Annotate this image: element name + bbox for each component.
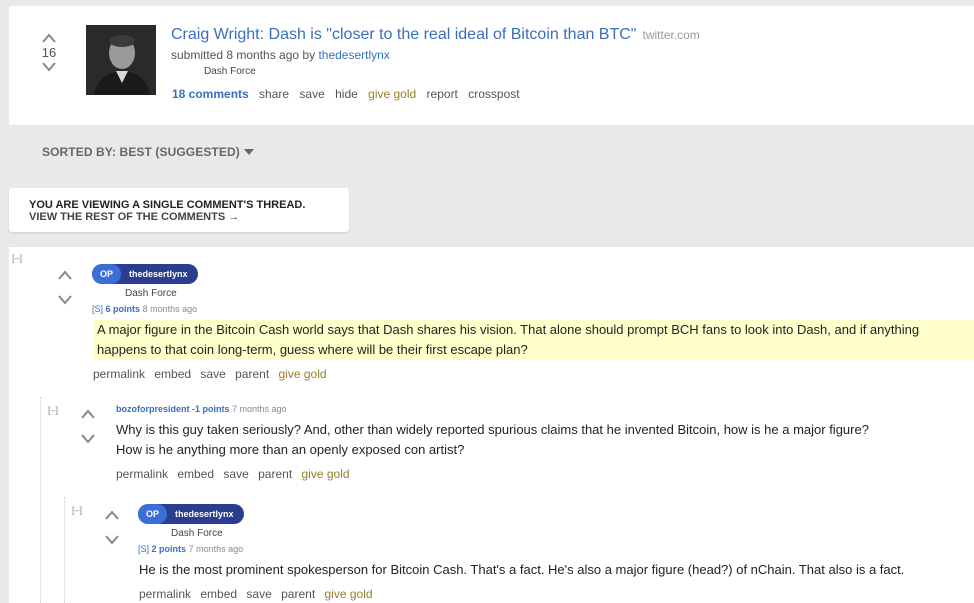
comment-points: 2 points (151, 544, 187, 554)
post-card: 16 Craig Wright: Dash is "closer to the … (9, 6, 974, 125)
comment-vote (80, 408, 96, 445)
view-rest-link[interactable]: VIEW THE REST OF THE COMMENTS → (29, 211, 349, 223)
thread-line[interactable] (40, 397, 41, 603)
comment-body-line: Why is this guy taken seriously? And, ot… (116, 422, 869, 437)
comment-author[interactable]: thedesertlynx (121, 264, 198, 284)
upvote-arrow-icon[interactable] (57, 269, 73, 281)
embed-link[interactable]: embed (200, 587, 237, 601)
comment-author[interactable]: bozoforpresident (116, 404, 190, 414)
comment-author[interactable]: thedesertlynx (167, 504, 244, 524)
comment-body: He is the most prominent spokesperson fo… (139, 562, 905, 577)
post-domain[interactable]: twitter.com (642, 28, 699, 42)
share-link[interactable]: share (259, 87, 289, 101)
author-flair: Dash Force (171, 528, 223, 539)
give-gold-link[interactable]: give gold (325, 587, 373, 601)
op-badge: OP (138, 504, 168, 524)
collapse-toggle[interactable]: [–] (48, 405, 58, 415)
post-vote: 16 (39, 32, 59, 73)
permalink-link[interactable]: permalink (139, 587, 191, 601)
op-badge: OP (92, 264, 122, 284)
report-link[interactable]: report (427, 87, 458, 101)
permalink-link[interactable]: permalink (93, 367, 145, 381)
collapse-toggle[interactable]: [–] (72, 505, 82, 515)
hide-link[interactable]: hide (335, 87, 358, 101)
comment-vote (57, 269, 73, 306)
sort-label[interactable]: SORTED BY: BEST (SUGGESTED) (42, 145, 240, 159)
post-title-text[interactable]: Craig Wright: Dash is "closer to the rea… (171, 26, 636, 43)
save-link[interactable]: save (299, 87, 324, 101)
sort-dropdown[interactable]: SORTED BY: BEST (SUGGESTED) (42, 145, 254, 159)
parent-link[interactable]: parent (281, 587, 315, 601)
submitter-tag[interactable]: [S] (92, 304, 103, 314)
submitted-prefix: submitted 8 months ago by (171, 48, 316, 62)
comment-age: 7 months ago (232, 404, 287, 414)
comment-points: 6 points (105, 304, 141, 314)
comment-tagline: [S] 2 points 7 months ago (138, 544, 243, 554)
post-title[interactable]: Craig Wright: Dash is "closer to the rea… (171, 26, 700, 44)
save-link[interactable]: save (246, 587, 271, 601)
post-score: 16 (41, 45, 57, 60)
single-thread-notice: YOU ARE VIEWING A SINGLE COMMENT'S THREA… (9, 188, 349, 232)
upvote-arrow-icon[interactable] (41, 32, 57, 44)
crosspost-link[interactable]: crosspost (468, 87, 519, 101)
author-flair: Dash Force (125, 288, 177, 299)
give-gold-link[interactable]: give gold (302, 467, 350, 481)
parent-link[interactable]: parent (258, 467, 292, 481)
comment-tagline: bozoforpresident -1 points 7 months ago (116, 404, 287, 414)
comment-actions: permalink embed save parent give gold (139, 587, 379, 601)
comment-points: -1 points (192, 404, 230, 414)
comment-actions: permalink embed save parent give gold (116, 467, 356, 481)
parent-link[interactable]: parent (235, 367, 269, 381)
comment-body: Why is this guy taken seriously? And, ot… (116, 420, 966, 460)
comment-body-line: How is he anything more than an openly e… (116, 442, 465, 457)
comment-tagline: [S] 6 points 8 months ago (92, 304, 197, 314)
post-actions: 18 comments share save hide give gold re… (172, 87, 527, 101)
save-link[interactable]: save (223, 467, 248, 481)
single-thread-message: YOU ARE VIEWING A SINGLE COMMENT'S THREA… (29, 199, 306, 211)
post-author[interactable]: thedesertlynx (318, 48, 389, 62)
embed-link[interactable]: embed (177, 467, 214, 481)
comment-body: A major figure in the Bitcoin Cash world… (93, 320, 974, 360)
downvote-arrow-icon[interactable] (57, 294, 73, 306)
downvote-arrow-icon[interactable] (41, 61, 57, 73)
post-thumbnail[interactable] (86, 25, 156, 95)
comments-area: [–] OP thedesertlynx Dash Force [S] 6 po… (9, 247, 974, 603)
submitter-tag[interactable]: [S] (138, 544, 149, 554)
comments-link[interactable]: 18 comments (172, 87, 249, 101)
save-link[interactable]: save (200, 367, 225, 381)
upvote-arrow-icon[interactable] (80, 408, 96, 420)
embed-link[interactable]: embed (154, 367, 191, 381)
give-gold-link[interactable]: give gold (368, 87, 416, 101)
downvote-arrow-icon[interactable] (80, 433, 96, 445)
give-gold-link[interactable]: give gold (279, 367, 327, 381)
author-badge[interactable]: OP thedesertlynx (138, 504, 244, 524)
comment-actions: permalink embed save parent give gold (93, 367, 333, 381)
comment-age: 8 months ago (142, 304, 198, 314)
thread-line[interactable] (64, 497, 65, 603)
comment-vote (104, 509, 120, 546)
downvote-arrow-icon[interactable] (104, 534, 120, 546)
post-author-flair: Dash Force (204, 66, 256, 77)
permalink-link[interactable]: permalink (116, 467, 168, 481)
upvote-arrow-icon[interactable] (104, 509, 120, 521)
post-submitted-line: submitted 8 months ago by thedesertlynx (171, 48, 390, 62)
comment-age: 7 months ago (188, 544, 244, 554)
caret-down-icon[interactable] (243, 149, 254, 155)
author-badge[interactable]: OP thedesertlynx (92, 264, 198, 284)
collapse-toggle[interactable]: [–] (12, 253, 22, 263)
